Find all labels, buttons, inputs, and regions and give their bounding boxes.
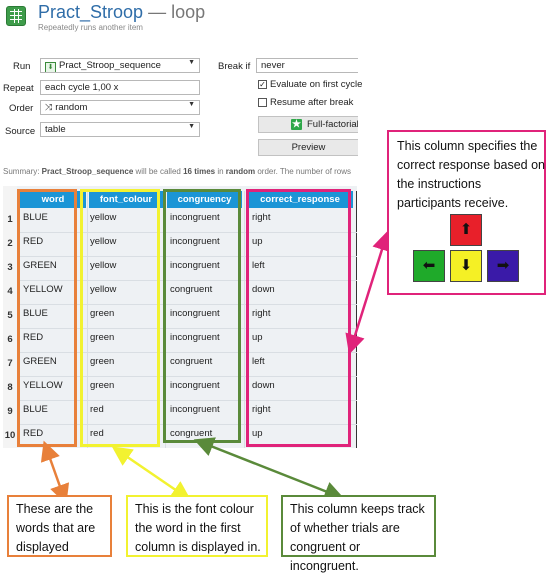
congruency-callout: This column keeps track of whether trial…: [281, 495, 436, 573]
callout-text: These are the words that are displayed: [16, 502, 96, 554]
font-colour-callout: This is the font colour the word in the …: [126, 495, 268, 557]
word-arrow: [40, 440, 70, 505]
congruency-arrow: [193, 437, 345, 501]
callout-text: This column specifies the correct respon…: [397, 139, 546, 210]
arrow-left-icon: ⬅: [413, 250, 445, 282]
correct-response-callout: This column specifies the correct respon…: [387, 130, 546, 295]
correct-response-arrow: [345, 230, 392, 355]
arrow-right-icon: ➡: [487, 250, 519, 282]
callout-text: This column keeps track of whether trial…: [290, 502, 425, 573]
word-callout: These are the words that are displayed: [7, 495, 112, 557]
arrow-up-icon: ⬆: [450, 214, 482, 246]
arrow-down-icon: ⬇: [450, 250, 482, 282]
callout-text: This is the font colour the word in the …: [135, 502, 261, 554]
font-colour-arrow: [111, 446, 192, 501]
